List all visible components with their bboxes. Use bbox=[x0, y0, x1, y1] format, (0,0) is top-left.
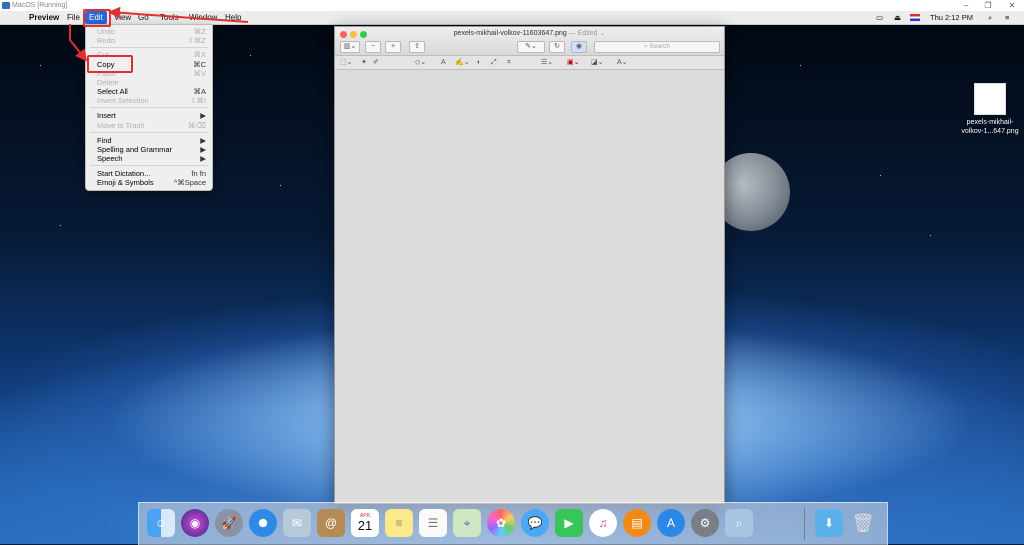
calendar-icon[interactable]: APR 21 bbox=[351, 509, 379, 537]
app-store-icon[interactable]: A bbox=[657, 509, 685, 537]
safari-icon[interactable]: ✧ bbox=[249, 509, 277, 537]
photos-icon[interactable]: ✿ bbox=[487, 509, 515, 537]
arrow-to-copy bbox=[69, 24, 88, 62]
maps-icon[interactable]: ⌖ bbox=[453, 509, 481, 537]
facetime-icon[interactable]: ▶ bbox=[555, 509, 583, 537]
arrow-to-edit bbox=[108, 6, 249, 23]
downloads-folder-icon[interactable]: ⬇ bbox=[815, 509, 843, 537]
ibooks-icon[interactable]: ▤ bbox=[623, 509, 651, 537]
finder-icon[interactable]: ☺ bbox=[147, 509, 175, 537]
notes-icon[interactable]: ≡ bbox=[385, 509, 413, 537]
launchpad-icon[interactable]: 🚀 bbox=[215, 509, 243, 537]
system-preferences-icon[interactable]: ⚙ bbox=[691, 509, 719, 537]
dock: ☺ ◉ 🚀 ✧ ✉ @ APR 21 ≡ ☰ ⌖ ✿ 💬 ▶ ♫ ▤ A ⚙ ⌕… bbox=[138, 502, 888, 545]
messages-icon[interactable]: 💬 bbox=[521, 509, 549, 537]
mail-icon[interactable]: ✉ bbox=[283, 509, 311, 537]
calendar-day: 21 bbox=[357, 518, 373, 533]
trash-icon[interactable]: 🗑 bbox=[849, 509, 877, 537]
itunes-icon[interactable]: ♫ bbox=[589, 509, 617, 537]
annotation-arrows bbox=[69, 6, 249, 62]
contacts-icon[interactable]: @ bbox=[317, 509, 345, 537]
preview-app-icon[interactable]: ⌕ bbox=[725, 509, 753, 537]
reminders-icon[interactable]: ☰ bbox=[419, 509, 447, 537]
dock-separator bbox=[804, 508, 805, 540]
siri-icon[interactable]: ◉ bbox=[181, 509, 209, 537]
